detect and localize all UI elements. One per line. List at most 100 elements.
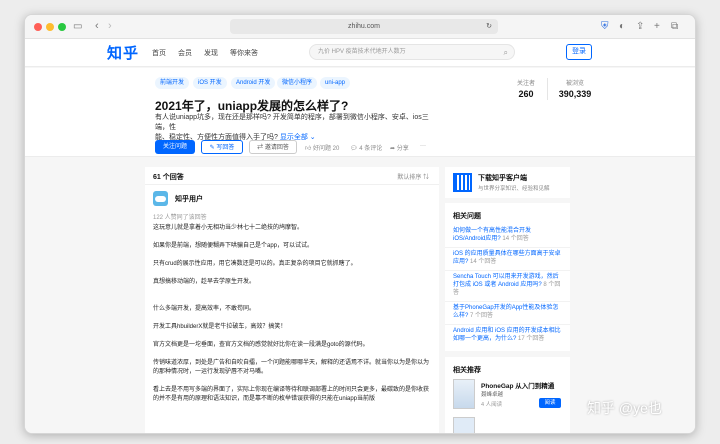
- related-questions-title: 相关问题: [453, 213, 481, 220]
- address-bar[interactable]: zhihu.com ↻: [230, 19, 498, 34]
- login-button[interactable]: 登录: [566, 44, 592, 60]
- sort-dropdown[interactable]: 默认排序 ⇅: [397, 172, 429, 181]
- views-label: 被浏览: [565, 81, 584, 87]
- site-header: 知乎 首页 会员 发现 等你来答 九价 HPV 疫苗技术代地开人数万 ⌕ 登录: [25, 39, 695, 67]
- related-question-item[interactable]: 基于PhoneGap开发的App性能及体验怎么样? 7 个回答: [445, 302, 570, 325]
- question-description: 有人说uniapp坑多，现在还是那样吗? 开发简单的程序，部署到微信小程序、安卓…: [155, 113, 435, 143]
- answers-panel: 61 个回答 默认排序 ⇅ 知乎用户 122 人赞同了该回答 这玩意儿就是拿着小…: [145, 167, 439, 433]
- invite-answer-button[interactable]: ⇄ 邀请回答: [249, 140, 297, 154]
- related-question-item[interactable]: Sencha Touch 可以用来开发游戏，然后打包成 iOS 或者 Andro…: [445, 271, 570, 302]
- nav-vip[interactable]: 会员: [178, 48, 192, 58]
- question-title: 2021年了，uniapp发展的怎么样了?: [155, 99, 349, 113]
- answer-paragraph: 这玩意儿就是拿着小无相功当少林七十二绝技的鸠摩智。: [153, 225, 304, 231]
- privacy-icon[interactable]: ◐: [619, 22, 625, 32]
- related-answer-count: 14 个回答: [502, 236, 529, 242]
- related-questions-card: 相关问题 如何做一个有高性能混合开发 iOS/Android应用? 14 个回答…: [445, 203, 570, 351]
- book-title[interactable]: PhoneGap 从入门到精通: [481, 380, 554, 390]
- topic-tag[interactable]: 前端开发: [155, 77, 190, 89]
- sidebar-icon[interactable]: ▭: [73, 22, 82, 32]
- book-cover[interactable]: [453, 417, 475, 433]
- search-placeholder: 九价 HPV 疫苗技术代地开人数万: [318, 49, 406, 55]
- answer-paragraph: 看上去是不用写多端的界面了，实际上你现在编译等待和联调部署上的时间只会更多，最碳…: [153, 387, 430, 402]
- chevron-down-icon: ⌄: [307, 134, 316, 141]
- related-question-link[interactable]: 基于PhoneGap开发的App性能及体验怎么样?: [453, 305, 558, 319]
- views-stat: 被浏览 390,339: [550, 78, 600, 99]
- url-text: zhihu.com: [348, 23, 380, 30]
- stat-divider: [547, 78, 548, 100]
- invite-icon: ⇄: [257, 145, 265, 151]
- nav-waiting[interactable]: 等你来答: [230, 48, 258, 58]
- recommend-card: 相关推荐 PhoneGap 从入门到精通 聂峰卓越 4 人阅读 阅读: [445, 357, 570, 433]
- share-question-button[interactable]: ➦ 分享: [390, 143, 409, 152]
- topic-tag[interactable]: uni-app: [320, 77, 351, 89]
- write-answer-button[interactable]: ✎ 写回答: [201, 140, 243, 154]
- related-question-item[interactable]: iOS 的应用质量具体在哪些方面高于安卓应用? 14 个回答: [445, 248, 570, 271]
- minimize-window-button[interactable]: [46, 23, 54, 31]
- new-tab-icon[interactable]: +: [654, 22, 660, 32]
- download-app-card[interactable]: 下载知乎客户端 与世界分享知识、经验和见解: [445, 167, 570, 198]
- search-input[interactable]: 九价 HPV 疫苗技术代地开人数万 ⌕: [309, 44, 515, 60]
- related-question-link[interactable]: Android 应用和 iOS 应用的开发成本相比如哪一个更高，为什么?: [453, 328, 561, 342]
- qr-code-icon: [453, 173, 472, 192]
- invite-answer-label: 邀请回答: [264, 145, 289, 151]
- answer-paragraph: 什么多端开发，提高效率，不敢苟同。: [153, 306, 256, 312]
- nav-home[interactable]: 首页: [152, 48, 166, 58]
- back-icon[interactable]: ‹: [95, 21, 99, 32]
- good-question-label: 好问题 20: [312, 146, 340, 152]
- good-question-button[interactable]: 👍︎ 好问题 20: [305, 143, 339, 152]
- comment-icon: 💬︎: [350, 146, 360, 152]
- comments-label: 4 条评论: [359, 146, 383, 152]
- related-question-item[interactable]: 如何做一个有高性能混合开发 iOS/Android应用? 14 个回答: [445, 225, 570, 248]
- zhihu-page: 知乎 首页 会员 发现 等你来答 九价 HPV 疫苗技术代地开人数万 ⌕ 登录 …: [25, 39, 695, 433]
- book-cover[interactable]: [453, 379, 475, 409]
- shield-icon[interactable]: ⛨: [601, 22, 609, 32]
- read-book-button[interactable]: 阅读: [539, 398, 561, 408]
- share-icon[interactable]: ⇪: [636, 22, 644, 32]
- book-author: 聂峰卓越: [481, 392, 504, 398]
- browser-toolbar: ▭ ‹ › zhihu.com ↻ ⛨ ◐ ⇪ + ⧉: [25, 15, 695, 39]
- share-arrow-icon: ➦: [390, 146, 397, 152]
- forward-icon[interactable]: ›: [108, 21, 112, 32]
- answer-count: 61 个回答: [153, 174, 184, 181]
- followers-label: 关注者: [516, 81, 535, 87]
- avatar[interactable]: [153, 191, 168, 206]
- comments-button[interactable]: 💬︎ 4 条评论: [350, 143, 382, 152]
- related-question-item[interactable]: Android 应用和 iOS 应用的开发成本相比如哪一个更高，为什么? 17 …: [445, 325, 570, 347]
- recommend-title: 相关推荐: [453, 367, 481, 374]
- answer-paragraph: 只有crud的展示性应用，用它凑数还是可以的。真正复杂的项目它就抓瞎了。: [153, 261, 357, 267]
- reload-icon[interactable]: ↻: [486, 19, 492, 34]
- description-line: 有人说uniapp坑多，现在还是那样吗? 开发简单的程序，部署到微信小程序、安卓…: [155, 114, 429, 131]
- share-label: 分享: [396, 146, 409, 152]
- more-options-icon[interactable]: ···: [420, 143, 426, 149]
- tabs-overview-icon[interactable]: ⧉: [671, 22, 678, 32]
- topic-tag[interactable]: Android 开发: [231, 77, 276, 89]
- related-answer-count: 14 个回答: [470, 259, 497, 265]
- topic-tag[interactable]: 微信小程序: [277, 77, 318, 89]
- thumb-up-icon: 👍︎: [305, 146, 313, 152]
- zoom-window-button[interactable]: [58, 23, 66, 31]
- answer-paragraph: 传销味道浓厚，到处是广告和自吹自擂，一个问题能哪哪半天，解释的还语焉不详。就当你…: [153, 360, 430, 375]
- write-answer-label: 写回答: [216, 145, 235, 151]
- followers-stat: 关注者 260: [501, 78, 551, 99]
- book-readers: 4 人阅读: [481, 402, 503, 408]
- follow-question-button[interactable]: 关注问题: [155, 140, 195, 154]
- followers-value: 260: [518, 89, 534, 99]
- answer-paragraph: 如果你是前端，想随便糊弄下哄骗自己是个app，可以试试。: [153, 243, 314, 249]
- topic-tag[interactable]: iOS 开发: [193, 77, 227, 89]
- browser-window: ▭ ‹ › zhihu.com ↻ ⛨ ◐ ⇪ + ⧉ 知乎 首页 会员 发现 …: [24, 14, 696, 434]
- close-window-button[interactable]: [34, 23, 42, 31]
- related-answer-count: 17 个回答: [518, 336, 545, 342]
- answers-header: 61 个回答 默认排序 ⇅: [145, 167, 439, 185]
- answer-upvotes: 122 人赞同了该回答: [153, 215, 207, 221]
- nav-discover[interactable]: 发现: [204, 48, 218, 58]
- sort-toggle-icon: ⇅: [421, 175, 429, 181]
- sort-label: 默认排序: [397, 175, 422, 181]
- answer-paragraph: 官方文档更是一坨垂面，查官方文档的感觉就好比你在读一段满是goto的源代码。: [153, 342, 369, 348]
- download-app-title: 下载知乎客户端: [478, 175, 527, 182]
- zhihu-logo[interactable]: 知乎: [107, 42, 139, 63]
- search-icon[interactable]: ⌕: [504, 45, 508, 60]
- question-header: 前端开发 iOS 开发 Android 开发 微信小程序 uni-app 关注者…: [25, 68, 695, 157]
- views-value: 390,339: [558, 89, 592, 99]
- author-name[interactable]: 知乎用户: [175, 194, 203, 204]
- related-answer-count: 7 个回答: [470, 313, 494, 319]
